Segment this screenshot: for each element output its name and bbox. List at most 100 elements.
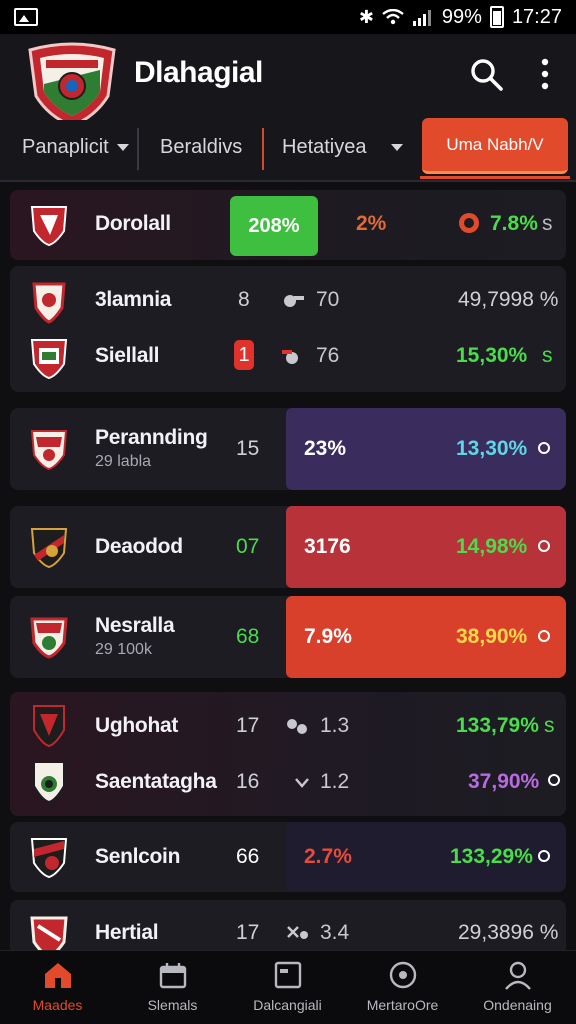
team-crest-icon — [32, 282, 66, 324]
filter-dropdown-3[interactable]: Hetatiyea — [282, 136, 403, 159]
value-text: 14,98% — [456, 535, 528, 558]
value-suffix: s — [542, 344, 553, 367]
nav-label: Slemals — [147, 997, 198, 1013]
filter-tab-2[interactable]: Beraldivs — [160, 136, 242, 159]
played-count: 16 — [236, 770, 260, 793]
filter-action-button[interactable]: Uma Nabh/V — [422, 118, 568, 174]
whistle-icon — [287, 926, 308, 939]
info-icon[interactable] — [538, 850, 550, 862]
signal-icon — [412, 10, 431, 26]
percent-value: 23% — [304, 437, 347, 460]
value-text: 7.8% — [490, 212, 538, 235]
percent-value: 2.7% — [304, 845, 352, 868]
nav-label: MertaroOre — [366, 997, 439, 1013]
app-title: Dlahagial — [134, 56, 263, 89]
score-value: 3.4 — [320, 921, 350, 944]
divider — [262, 128, 264, 170]
info-icon[interactable] — [538, 442, 550, 454]
played-count: 66 — [236, 845, 260, 868]
whistle-icon — [282, 350, 298, 364]
screen-icon — [274, 961, 301, 989]
info-icon[interactable] — [538, 540, 550, 552]
nav-label: Maades — [32, 997, 83, 1013]
team-name: Ughohat — [95, 714, 179, 737]
score-value: 1.2 — [320, 770, 350, 793]
team-crest-icon — [30, 528, 68, 569]
club-crest-logo[interactable] — [22, 40, 122, 130]
table-row[interactable]: Senlcoin 66 2.7% 133,29% — [10, 822, 566, 892]
played-count: 17 — [236, 921, 260, 944]
team-subtitle: 29 100k — [95, 641, 152, 658]
team-name: Nesralla — [95, 614, 175, 637]
team-crest-icon — [30, 838, 68, 879]
score-cell: 70 — [280, 288, 339, 312]
filter-2-label: Beraldivs — [160, 136, 243, 158]
battery-percent: 99% — [441, 5, 482, 28]
team-name: Hertial — [95, 921, 159, 944]
nav-item-matches[interactable]: MertaroOre — [345, 951, 460, 1024]
played-count: 07 — [236, 535, 260, 558]
value-text: 49,7998 % — [458, 288, 559, 311]
team-name: 3lamnia — [95, 288, 172, 311]
table-row[interactable]: Saentatagha 16 1.2 37,90% — [10, 748, 566, 816]
filter-1-label: Panaplicit — [22, 136, 109, 158]
table-row[interactable]: Nesralla 29 100k 68 7.9% 38,90% — [10, 596, 566, 678]
team-name: Perannding — [95, 426, 208, 449]
clock: 17:27 — [511, 5, 562, 28]
team-crest-icon — [33, 705, 65, 748]
team-crest-icon — [30, 206, 68, 247]
search-icon[interactable] — [468, 56, 504, 92]
team-crest-icon — [30, 339, 68, 380]
nav-item-home[interactable]: Maades — [0, 951, 115, 1024]
gallery-icon — [14, 8, 38, 26]
team-name: Senlcoin — [95, 845, 181, 868]
table-row[interactable]: Perannding 29 labla 15 23% 13,30% — [10, 408, 566, 490]
info-icon[interactable] — [538, 630, 550, 642]
nav-item-profile[interactable]: Ondenaing — [460, 951, 575, 1024]
team-crest-icon — [30, 916, 68, 950]
played-count: 15 — [236, 437, 260, 460]
team-name: Siellall — [95, 344, 160, 367]
more-vertical-icon[interactable] — [530, 56, 560, 92]
played-count: 8 — [238, 288, 250, 311]
fire-icon — [459, 213, 479, 233]
percent-value: 2% — [356, 212, 387, 235]
filter-dropdown-1[interactable]: Panaplicit — [22, 136, 129, 159]
team-crest-icon — [33, 761, 65, 804]
bottom-navigation: Maades Slemals Dalcangiali MertaroOre On… — [0, 950, 576, 1024]
value-suffix: s — [542, 212, 553, 235]
value-suffix: s — [544, 714, 555, 737]
info-icon[interactable] — [548, 774, 560, 786]
chevron-down-icon — [390, 144, 403, 151]
divider — [137, 128, 139, 170]
score-value: 76 — [316, 344, 340, 367]
app-bar: Dlahagial — [0, 34, 576, 128]
nav-item-dashboard[interactable]: Dalcangiali — [230, 951, 345, 1024]
standings-list: Dorolall 208% 2% 7.8% s 3lamnia 8 70 49,… — [0, 182, 576, 950]
status-bar: ✱ 99% 17:27 — [0, 0, 576, 34]
team-crest-icon — [30, 617, 68, 659]
played-count: 68 — [236, 625, 260, 648]
nav-label: Dalcangiali — [253, 997, 322, 1013]
chevron-down-icon — [295, 778, 309, 788]
value-text: 38,90% — [456, 625, 528, 648]
whistle-icon — [284, 295, 304, 307]
group-card: Ughohat 17 1.3 133,79% s Saentatagha 16 … — [10, 692, 566, 816]
played-count: 17 — [236, 714, 260, 737]
team-name: Saentatagha — [95, 770, 217, 793]
table-row[interactable]: Hertial 17 3.4 29,3896 % — [10, 900, 566, 950]
chevron-down-icon — [116, 144, 129, 151]
table-row[interactable]: Dorolall 208% 2% 7.8% s — [10, 190, 566, 260]
table-row[interactable]: Siellall 1 76 15,30% s — [10, 322, 566, 392]
team-name: Dorolall — [95, 212, 171, 235]
table-row[interactable]: Deaodod 07 3176 14,98% — [10, 506, 566, 588]
ball-icon — [389, 961, 416, 989]
team-subtitle: 29 labla — [95, 453, 152, 470]
calendar-icon — [159, 963, 186, 989]
wifi-icon — [382, 9, 404, 25]
percent-value: 7.9% — [304, 625, 352, 648]
nav-item-stats[interactable]: Slemals — [115, 951, 230, 1024]
percent-value: 3176 — [304, 535, 351, 558]
value-text: 29,3896 % — [458, 921, 559, 944]
filter-3-label: Hetatiyea — [282, 136, 367, 158]
